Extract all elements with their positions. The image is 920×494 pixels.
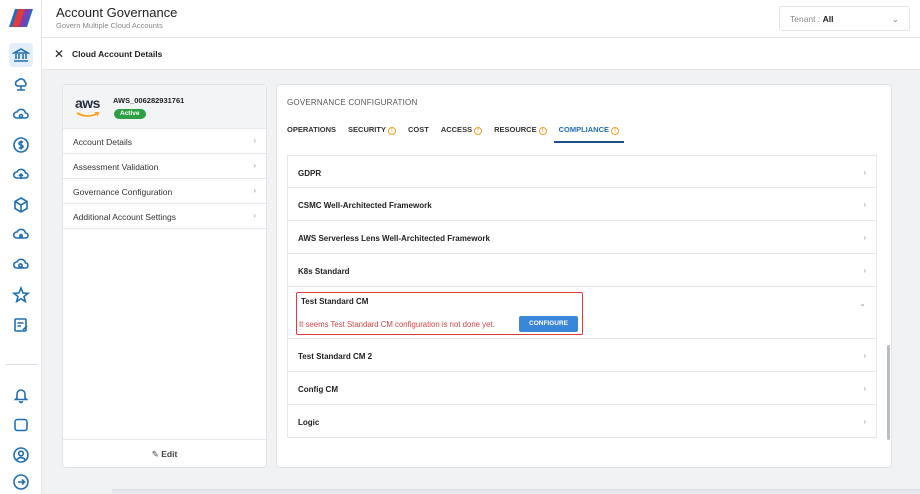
tab-access[interactable]: ACCESS! [440,125,483,143]
app-logo[interactable] [9,9,33,27]
tab-compliance[interactable]: COMPLIANCE! [553,125,625,143]
page-subtitle: Govern Multiple Cloud Accounts [56,21,163,30]
tab-operations[interactable]: OPERATIONS [287,125,336,143]
configure-button[interactable]: CONFIGURE [519,316,578,332]
list-item[interactable]: K8s Standard › [287,254,877,287]
menu-item-label: Assessment Validation [73,162,159,172]
rail-divider [6,364,38,365]
scrollbar[interactable] [887,345,890,440]
pencil-icon: ✎ [151,449,159,459]
list-item[interactable]: AWS Serverless Lens Well-Architected Fra… [287,221,877,254]
chevron-right-icon: › [863,233,866,242]
cloud-upload-icon[interactable] [9,163,33,187]
list-item[interactable]: Config CM › [287,372,877,405]
cloud-search-icon[interactable] [9,253,33,277]
menu-item-label: Account Details [73,137,133,147]
bell-icon[interactable] [9,383,33,407]
list-item[interactable]: Logic › [287,405,877,438]
list-item-label: Logic [298,418,320,427]
user-icon[interactable] [9,443,33,467]
list-item[interactable]: Test Standard CM 2 › [287,339,877,372]
star-icon[interactable] [9,283,33,307]
warning-icon: ! [387,127,396,135]
chevron-right-icon: › [253,136,256,145]
list-item-label: Test Standard CM 2 [298,352,373,361]
chevron-right-icon: › [863,384,866,393]
dollar-icon[interactable] [9,133,33,157]
highlight-box: Test Standard CM It seems Test Standard … [296,292,583,335]
chevron-down-icon: ⌄ [859,299,866,308]
governance-title: GOVERNANCE CONFIGURATION [287,98,418,107]
list-item[interactable]: GDPR › [287,155,877,188]
page-title: Account Governance [56,5,178,20]
list-item-expanded[interactable]: Test Standard CM It seems Test Standard … [287,287,877,339]
tab-label: COMPLIANCE [558,125,610,134]
cloud-settings-icon[interactable] [9,223,33,247]
chevron-right-icon: › [863,417,866,426]
chevron-right-icon: › [863,266,866,275]
tenant-label: Tenant : [790,14,821,24]
menu-item-additional-settings[interactable]: Additional Account Settings › [63,204,266,229]
chat-icon[interactable] [9,413,33,437]
compliance-list: GDPR › CSMC Well-Architected Framework › A… [287,155,877,447]
list-item[interactable]: CSMC Well-Architected Framework › [287,188,877,221]
bottom-strip [112,489,920,494]
list-item-label: GDPR [298,169,322,178]
cloud-sync-icon[interactable] [9,103,33,127]
aws-smile-icon [76,112,100,117]
governance-tabs: OPERATIONS SECURITY! COST ACCESS! RESOUR… [287,125,636,143]
close-icon[interactable]: ✕ [54,47,64,61]
tab-label: SECURITY [348,125,386,134]
cube-icon[interactable] [9,193,33,217]
tenant-select[interactable]: Tenant : All ⌄ [779,6,910,31]
chevron-right-icon: › [253,186,256,195]
config-warning-message: It seems Test Standard CM configuration … [299,320,495,329]
tab-cost[interactable]: COST [408,125,429,143]
menu-item-label: Additional Account Settings [73,212,177,222]
list-item-label: Config CM [298,385,338,394]
tab-security[interactable]: SECURITY! [348,125,396,143]
governance-panel: GOVERNANCE CONFIGURATION OPERATIONS SECU… [276,84,892,468]
tab-label: COST [407,125,429,134]
menu-item-account-details[interactable]: Account Details › [63,129,266,154]
bank-icon[interactable] [9,43,33,67]
edit-button[interactable]: ✎ Edit [63,439,266,467]
menu-item-assessment-validation[interactable]: Assessment Validation › [63,154,266,179]
tab-label: ACCESS [440,125,473,134]
warning-icon: ! [611,127,620,135]
menu-item-governance-configuration[interactable]: Governance Configuration › [63,179,266,204]
list-item-label: K8s Standard [298,267,350,276]
account-id: AWS_006282931761 [113,96,185,105]
tab-label: RESOURCE [494,125,537,134]
tab-label: OPERATIONS [287,125,337,134]
left-rail [0,0,42,494]
report-edit-icon[interactable] [9,313,33,337]
list-item-label: AWS Serverless Lens Well-Architected Fra… [298,234,490,243]
logout-icon[interactable] [9,470,33,494]
chevron-right-icon: › [863,351,866,360]
chevron-right-icon: › [253,211,256,220]
list-item-label: CSMC Well-Architected Framework [298,201,432,210]
sub-header: ✕ Cloud Account Details [42,38,920,70]
warning-icon: ! [474,127,483,135]
chevron-right-icon: › [863,168,866,177]
subheader-title: Cloud Account Details [72,49,163,59]
account-header: aws AWS_006282931761 Active [63,85,266,129]
chevron-right-icon: › [863,200,866,209]
edit-label: Edit [161,449,178,459]
list-item-label: Test Standard CM [301,297,369,306]
chevron-right-icon: › [253,161,256,170]
top-header: Account Governance Govern Multiple Cloud… [42,0,920,38]
tab-resource[interactable]: RESOURCE! [494,125,547,143]
menu-item-label: Governance Configuration [73,187,173,197]
status-badge: Active [114,109,146,119]
aws-logo: aws [75,95,100,111]
account-card: aws AWS_006282931761 Active Account Deta… [62,84,267,468]
tenant-value: All [822,14,834,24]
chevron-down-icon: ⌄ [891,14,899,24]
warning-icon: ! [538,127,547,135]
cloud-network-icon[interactable] [9,73,33,97]
